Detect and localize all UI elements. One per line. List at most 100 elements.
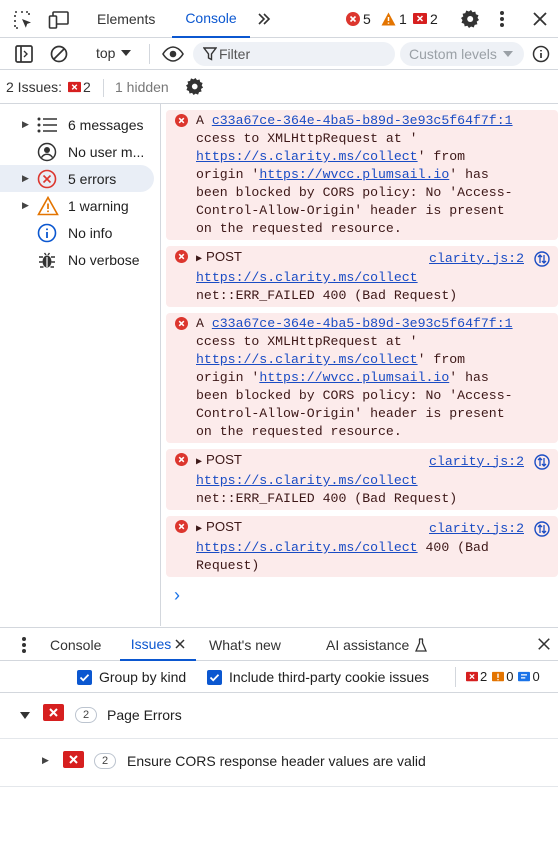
live-expression-eye-icon[interactable]: [162, 46, 184, 62]
expand-arrow-icon[interactable]: ▶: [22, 173, 29, 184]
url-link[interactable]: https://s.clarity.ms/collect: [196, 352, 418, 367]
info-icon: [37, 223, 57, 243]
url-link[interactable]: https://s.clarity.ms/collect: [196, 473, 418, 488]
console-error-message[interactable]: A c33a67ce-364e-4ba5-b89d-3e93c5f64f7f:1…: [166, 313, 558, 443]
source-link[interactable]: clarity.js:2: [429, 453, 524, 471]
sidebar-item-label: No user m...: [68, 143, 145, 160]
prompt-chevron-icon: ›: [174, 585, 180, 605]
issue-flag-icon: [68, 81, 82, 94]
message-text: ' has: [449, 167, 489, 182]
filter-input[interactable]: Filter: [193, 42, 395, 66]
issue-item-cors[interactable]: ▶ 2 Ensure CORS response header values a…: [0, 739, 558, 787]
third-party-cookie-checkbox[interactable]: Include third-party cookie issues: [207, 669, 429, 685]
network-request-icon[interactable]: [534, 250, 550, 267]
page-error-icon: [43, 704, 64, 723]
sidebar-item-label: No info: [68, 224, 113, 241]
message-text: ' from: [417, 352, 466, 367]
sidebar-item-info[interactable]: No info: [0, 219, 160, 246]
expand-arrow-icon[interactable]: ▶: [22, 119, 29, 130]
error-counter[interactable]: 5: [346, 11, 371, 27]
error-icon: [175, 250, 188, 263]
issue-group-count: 2: [75, 707, 97, 723]
log-levels-dropdown[interactable]: Custom levels: [400, 42, 524, 66]
message-text: ' has: [449, 370, 489, 385]
list-icon: [37, 117, 57, 133]
drawer-menu-icon[interactable]: [21, 636, 27, 654]
drawer-tab-whats-new[interactable]: What's new: [209, 628, 281, 661]
close-devtools-icon[interactable]: [532, 11, 548, 27]
issues-link[interactable]: 2 Issues: 2: [6, 79, 91, 95]
url-link[interactable]: https://s.clarity.ms/collect: [196, 540, 418, 555]
message-text: been blocked by CORS policy: No 'Access-: [196, 185, 513, 200]
tab-label: Issues: [130, 635, 172, 652]
sidebar-item-user-messages[interactable]: No user m...: [0, 138, 160, 165]
drawer-tab-console[interactable]: Console: [50, 628, 101, 661]
origin-link[interactable]: https://wvcc.plumsail.io: [259, 370, 449, 385]
more-options-icon[interactable]: [499, 10, 505, 28]
sidebar-item-verbose[interactable]: No verbose: [0, 246, 160, 273]
http-method: POST: [206, 452, 242, 467]
checkbox-label: Group by kind: [99, 669, 187, 685]
sidebar-item-warnings[interactable]: ▶ 1 warning: [0, 192, 160, 219]
checkbox-checked-icon[interactable]: [207, 669, 222, 685]
collapse-arrow-icon[interactable]: [20, 712, 30, 720]
device-toolbar-icon[interactable]: [48, 10, 70, 30]
source-link[interactable]: c33a67ce-364e-4ba5-b89d-3e93c5f64f7f:1: [212, 113, 513, 128]
drawer-tab-ai-assistance[interactable]: AI assistance: [326, 628, 428, 661]
filter-icon: [203, 47, 217, 61]
flask-icon: [415, 637, 428, 652]
error-icon: [175, 520, 188, 533]
settings-gear-icon[interactable]: [461, 9, 481, 29]
url-link[interactable]: https://s.clarity.ms/collect: [196, 270, 418, 285]
console-error-message[interactable]: ▶ POST clarity.js:2 https://s.clarity.ms/…: [166, 449, 558, 510]
warning-count: 1: [399, 11, 407, 27]
network-request-icon[interactable]: [534, 453, 550, 470]
group-by-kind-checkbox[interactable]: Group by kind: [77, 669, 186, 685]
close-tab-icon[interactable]: [175, 638, 185, 649]
expand-arrow-icon[interactable]: ▶: [22, 200, 29, 211]
message-text: origin ': [196, 167, 260, 182]
warning-counter[interactable]: 1: [381, 11, 407, 27]
info-icon[interactable]: [532, 45, 550, 63]
source-link[interactable]: clarity.js:2: [429, 250, 524, 268]
console-error-message[interactable]: ▶ POST clarity.js:2 https://s.clarity.ms/…: [166, 246, 558, 307]
sidebar-item-label: No verbose: [68, 251, 140, 268]
issue-count: 2: [430, 11, 438, 27]
bug-icon: [37, 250, 57, 270]
issue-group-page-errors[interactable]: 2 Page Errors: [0, 693, 558, 739]
issues-count: 2: [83, 79, 91, 95]
console-error-message[interactable]: ▶ POST clarity.js:2 https://s.clarity.ms/…: [166, 516, 558, 577]
console-prompt[interactable]: ›: [174, 585, 558, 609]
sidebar-toggle-icon[interactable]: [15, 45, 33, 63]
checkbox-checked-icon[interactable]: [77, 669, 92, 685]
sidebar-item-label: 5 errors: [68, 170, 117, 187]
error-icon: [175, 114, 188, 127]
close-drawer-icon[interactable]: [537, 637, 551, 651]
expand-arrow-icon[interactable]: ▶: [196, 524, 202, 535]
tab-console[interactable]: Console: [172, 0, 250, 38]
console-error-message[interactable]: A c33a67ce-364e-4ba5-b89d-3e93c5f64f7f:1…: [166, 110, 558, 240]
tab-console-label: Console: [185, 10, 237, 26]
network-request-icon[interactable]: [534, 520, 550, 537]
expand-arrow-icon[interactable]: ▶: [42, 755, 49, 766]
divider: [455, 667, 456, 687]
issue-counter[interactable]: 2: [413, 11, 438, 27]
tab-elements[interactable]: Elements: [97, 0, 155, 38]
chevrons-right-icon[interactable]: [256, 11, 272, 27]
context-selector[interactable]: top: [96, 45, 132, 61]
origin-link[interactable]: https://wvcc.plumsail.io: [259, 167, 449, 182]
source-link[interactable]: clarity.js:2: [429, 520, 524, 538]
expand-arrow-icon[interactable]: ▶: [196, 457, 202, 468]
sidebar-item-errors[interactable]: ▶ 5 errors: [0, 165, 154, 192]
clear-console-icon[interactable]: [50, 45, 68, 63]
expand-arrow-icon[interactable]: ▶: [196, 254, 202, 265]
devtools-tabbar: Elements Console 5 1 2: [0, 0, 558, 38]
drawer-tab-issues[interactable]: Issues: [120, 628, 196, 661]
settings-gear-icon[interactable]: [186, 77, 205, 96]
url-link[interactable]: https://s.clarity.ms/collect: [196, 149, 418, 164]
sidebar-item-label: 1 warning: [68, 197, 129, 214]
sidebar-item-messages[interactable]: ▶ 6 messages: [0, 111, 160, 138]
inspect-element-icon[interactable]: [13, 10, 33, 30]
source-link[interactable]: c33a67ce-364e-4ba5-b89d-3e93c5f64f7f:1: [212, 316, 513, 331]
console-toolbar: top Filter Custom levels: [0, 38, 558, 70]
